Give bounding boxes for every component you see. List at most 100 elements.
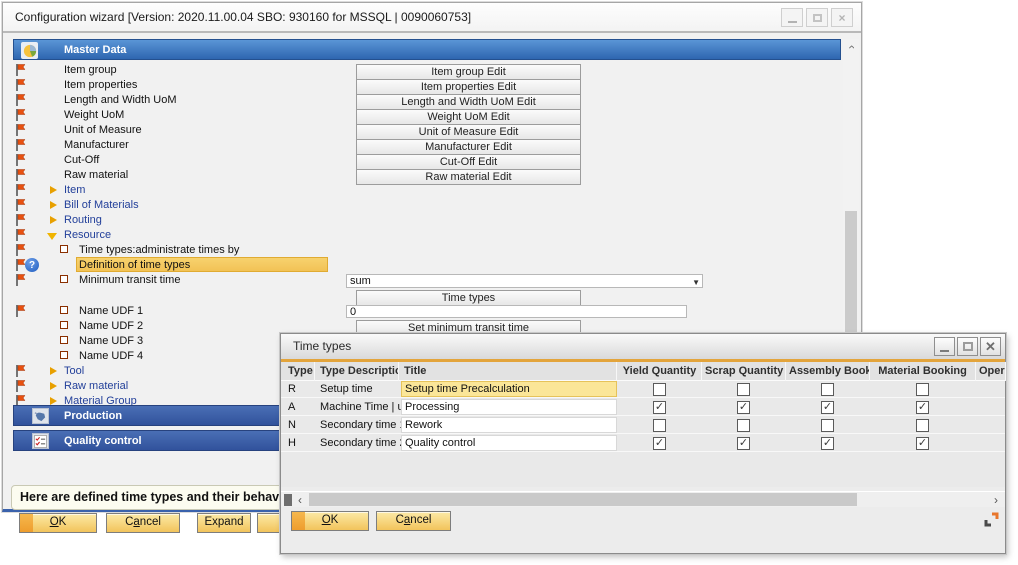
collapse-arrow-icon[interactable] xyxy=(47,233,57,240)
column-header-material-booking[interactable]: Material Booking xyxy=(870,362,976,381)
table-row-N[interactable]: NSecondary time 1Rework xyxy=(281,417,1005,434)
minimize-button[interactable] xyxy=(781,8,803,27)
resize-grip-icon[interactable] xyxy=(984,512,999,527)
tree-item-bill-of-materials[interactable]: Bill of Materials xyxy=(3,198,838,213)
cut-off-edit-button[interactable]: Cut-Off Edit xyxy=(356,154,581,170)
table-row-R[interactable]: RSetup timeSetup time Precalculation xyxy=(281,381,1005,398)
master-data-header[interactable]: Master Data xyxy=(13,39,841,60)
yield-quantity-checkbox[interactable] xyxy=(653,383,666,396)
tree-item-label: Raw material xyxy=(64,380,128,392)
tree-item-label: Cut-Off xyxy=(64,154,99,166)
tree-checkbox[interactable] xyxy=(60,321,68,329)
tree-item-label: Item xyxy=(64,184,85,196)
expand-arrow-icon[interactable] xyxy=(50,397,57,405)
horizontal-scrollbar[interactable]: ‹ › xyxy=(281,491,1005,507)
expand-button[interactable]: Expand xyxy=(197,513,251,533)
default-button-strip xyxy=(292,512,305,530)
main-titlebar[interactable]: Configuration wizard [Version: 2020.11.0… xyxy=(3,3,861,33)
flag-icon xyxy=(15,273,26,290)
horizontal-scrollbar-thumb[interactable] xyxy=(309,493,857,506)
cancel-button[interactable]: Cancel xyxy=(376,511,451,531)
dialog-maximize-button[interactable] xyxy=(957,337,978,356)
time-types-table-header: TypeType DescriptionTitleYield QuantityS… xyxy=(281,362,1005,381)
tree-checkbox[interactable] xyxy=(60,306,68,314)
expand-arrow-icon[interactable] xyxy=(50,216,57,224)
unit-of-measure-edit-button[interactable]: Unit of Measure Edit xyxy=(356,124,581,140)
maximize-button[interactable] xyxy=(806,8,828,27)
column-header-type[interactable]: Type xyxy=(285,362,315,381)
yield-quantity-checkbox[interactable]: ✓ xyxy=(653,401,666,414)
tree-item-item[interactable]: Item xyxy=(3,183,838,198)
title-cell[interactable]: Quality control xyxy=(401,435,617,451)
dialog-minimize-button[interactable] xyxy=(934,337,955,356)
tree-item-label: Manufacturer xyxy=(64,139,129,151)
tree-checkbox[interactable] xyxy=(60,275,68,283)
title-cell[interactable]: Rework xyxy=(401,417,617,433)
cancel-button[interactable]: Cancel xyxy=(106,513,180,533)
maximize-icon xyxy=(963,342,973,351)
master-data-label: Master Data xyxy=(64,44,126,56)
material-booking-checkbox[interactable]: ✓ xyxy=(916,401,929,414)
material-booking-checkbox[interactable] xyxy=(916,383,929,396)
expand-arrow-icon[interactable] xyxy=(50,367,57,375)
assembly-booking-checkbox[interactable] xyxy=(821,419,834,432)
close-icon: ✕ xyxy=(985,340,996,353)
time-types-dialog: Time types ✕ TypeType DescriptionTitleYi… xyxy=(280,333,1006,554)
table-row-H[interactable]: HSecondary time 2Quality control✓✓✓✓ xyxy=(281,435,1005,452)
material-booking-checkbox[interactable] xyxy=(916,419,929,432)
tree-item-resource[interactable]: Resource xyxy=(3,228,838,243)
scrollbar-up-icon[interactable]: › xyxy=(843,39,859,55)
title-cell[interactable]: Setup time Precalculation xyxy=(401,381,617,397)
material-booking-checkbox[interactable]: ✓ xyxy=(916,437,929,450)
tree-item-label: Time types:administrate times by xyxy=(79,244,239,256)
column-header-type-description[interactable]: Type Description xyxy=(317,362,399,381)
column-header-title[interactable]: Title xyxy=(401,362,617,381)
expand-arrow-icon[interactable] xyxy=(50,382,57,390)
manufacturer-edit-button[interactable]: Manufacturer Edit xyxy=(356,139,581,155)
table-row-A[interactable]: AMachine Time | unitProcessing✓✓✓✓ xyxy=(281,399,1005,416)
weight-uom-edit-button[interactable]: Weight UoM Edit xyxy=(356,109,581,125)
tree-item-time-types-administrate-times-by[interactable]: Time types:administrate times by xyxy=(3,243,838,258)
assembly-booking-checkbox[interactable]: ✓ xyxy=(821,401,834,414)
tree-checkbox[interactable] xyxy=(60,245,68,253)
ok-button[interactable]: OK xyxy=(291,511,369,531)
column-header-yield-quantity[interactable]: Yield Quantity xyxy=(618,362,702,381)
ok-button[interactable]: OK xyxy=(19,513,97,533)
scrap-quantity-checkbox[interactable] xyxy=(737,383,750,396)
tree-checkbox[interactable] xyxy=(60,351,68,359)
section-label: Production xyxy=(64,410,122,422)
expand-arrow-icon[interactable] xyxy=(50,186,57,194)
administrate-times-dropdown[interactable]: sum ▼ xyxy=(346,274,703,288)
column-header-opera[interactable]: Opera xyxy=(976,362,1006,381)
maximize-icon xyxy=(813,14,822,22)
scroll-left-icon[interactable]: ‹ xyxy=(293,492,307,508)
minimize-icon xyxy=(788,21,797,23)
yield-quantity-checkbox[interactable]: ✓ xyxy=(653,437,666,450)
close-button[interactable]: × xyxy=(831,8,853,27)
dialog-title: Time types xyxy=(293,339,351,353)
tree-item-routing[interactable]: Routing xyxy=(3,213,838,228)
scroll-right-icon[interactable]: › xyxy=(989,492,1003,508)
minimum-transit-input[interactable] xyxy=(346,305,687,318)
scrap-quantity-checkbox[interactable] xyxy=(737,419,750,432)
assembly-booking-checkbox[interactable] xyxy=(821,383,834,396)
tree-checkbox[interactable] xyxy=(60,336,68,344)
item-group-edit-button[interactable]: Item group Edit xyxy=(356,64,581,80)
scrap-quantity-checkbox[interactable]: ✓ xyxy=(737,437,750,450)
column-header-assembly-booking[interactable]: Assembly Booking xyxy=(786,362,870,381)
assembly-booking-checkbox[interactable]: ✓ xyxy=(821,437,834,450)
raw-material-edit-button[interactable]: Raw material Edit xyxy=(356,169,581,185)
dialog-close-button[interactable]: ✕ xyxy=(980,337,1001,356)
expand-arrow-icon[interactable] xyxy=(50,201,57,209)
item-properties-edit-button[interactable]: Item properties Edit xyxy=(356,79,581,95)
length-and-width-uom-edit-button[interactable]: Length and Width UoM Edit xyxy=(356,94,581,110)
yield-quantity-checkbox[interactable] xyxy=(653,419,666,432)
tree-item-definition-of-time-types[interactable]: ?Definition of time types xyxy=(3,258,838,273)
column-header-scrap-quantity[interactable]: Scrap Quantity xyxy=(702,362,786,381)
time-types-button[interactable]: Time types xyxy=(356,290,581,306)
dialog-titlebar[interactable]: Time types ✕ xyxy=(281,334,1005,359)
title-cell[interactable]: Processing xyxy=(401,399,617,415)
scrap-quantity-checkbox[interactable]: ✓ xyxy=(737,401,750,414)
scrollbar-split-handle[interactable] xyxy=(284,494,292,506)
chevron-down-icon: ▼ xyxy=(692,277,700,289)
